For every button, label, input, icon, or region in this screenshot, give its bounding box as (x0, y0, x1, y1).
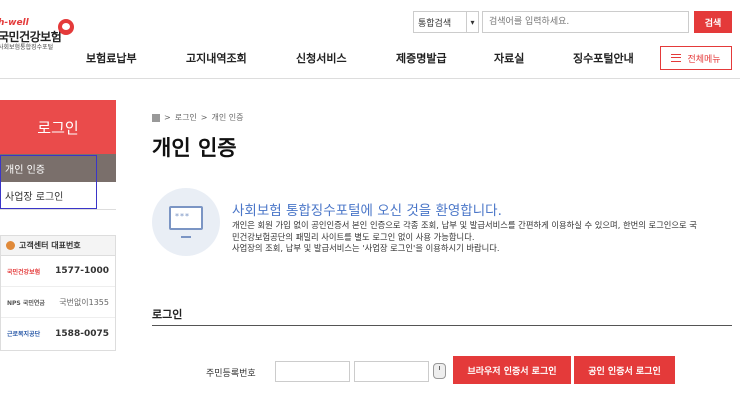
contact-row: 국민건강보험 1577-1000 (1, 256, 115, 287)
contact-heading: 고객센터 대표번호 (1, 236, 115, 256)
nav-item-resources[interactable]: 자료실 (494, 50, 524, 66)
breadcrumb-separator: > (164, 113, 171, 122)
nps-logo: NPS 국민연금 (7, 299, 45, 307)
comwel-logo: 근로복지공단 (7, 331, 41, 338)
nav-item-application-service[interactable]: 신청서비스 (296, 50, 347, 66)
all-menu-label: 전체메뉴 (687, 54, 721, 65)
breadcrumb-item-current: 개인 인증 (211, 113, 244, 122)
rrn-label: 주민등록번호 (206, 369, 256, 379)
contact-row: NPS 국민연금 국번없이1355 (1, 287, 115, 318)
login-section-divider (152, 325, 732, 326)
all-menu-button[interactable]: 전체메뉴 (660, 46, 732, 70)
virtual-keyboard-icon[interactable] (433, 363, 446, 379)
monitor-stand (181, 232, 191, 238)
sidebar-item-business-login[interactable]: 사업장 로그인 (0, 182, 116, 210)
chevron-down-icon: ▾ (466, 12, 478, 32)
login-section-title: 로그인 (152, 308, 183, 321)
search-button[interactable]: 검색 (694, 11, 732, 33)
browser-cert-login-button[interactable]: 브라우저 인증서 로그인 (453, 356, 571, 384)
welcome-description: 개인은 회원 가입 없이 공인인증서 본인 인증으로 각종 조회, 납부 및 발… (232, 220, 732, 255)
site-logo[interactable]: h-well 국민건강보험 사회보험통합징수포털 (0, 18, 80, 51)
monitor-icon: *** (152, 188, 220, 256)
nav-item-premium-payment[interactable]: 보험료납부 (86, 50, 137, 66)
nav-item-portal-guide[interactable]: 징수포털안내 (573, 50, 634, 66)
rrn-front-input[interactable] (275, 361, 350, 382)
main-navigation: 보험료납부 고지내역조회 신청서비스 제증명발급 자료실 징수포털안내 (0, 50, 740, 70)
nhis-logo: 국민건강보험 (7, 268, 41, 276)
contact-row: 근로복지공단 1588-0075 (1, 318, 115, 349)
contact-heading-label: 고객센터 대표번호 (19, 241, 81, 250)
logo-tagline: h-well (0, 18, 29, 28)
search-scope-select[interactable]: 통합검색 ▾ (413, 11, 479, 33)
hamburger-icon (671, 54, 682, 62)
welcome-title: 사회보험 통합징수포털에 오신 것을 환영합니다. (232, 203, 502, 219)
nav-item-notice-inquiry[interactable]: 고지내역조회 (186, 50, 247, 66)
contact-center-box: 고객센터 대표번호 국민건강보험 1577-1000 NPS 국민연금 국번없이… (0, 235, 116, 351)
sidebar-title: 로그인 (0, 100, 116, 154)
monitor-screen: *** (169, 206, 203, 230)
welcome-line: 사업장의 조회, 납부 및 발급서비스는 '사업장 로그인'을 이용하시기 바랍… (232, 243, 500, 253)
welcome-line: 민건강보험공단의 패밀리 사이트를 별도 로그인 없이 사용 가능합니다. (232, 231, 475, 242)
nav-item-certificate-issue[interactable]: 제증명발급 (396, 50, 447, 66)
search-input[interactable] (482, 11, 689, 33)
rrn-back-input[interactable] (354, 361, 429, 382)
contact-number: 1588-0075 (55, 328, 109, 339)
welcome-line: 개인은 회원 가입 없이 공인인증서 본인 인증으로 각종 조회, 납부 및 발… (232, 220, 697, 230)
search-scope-value: 통합검색 (418, 18, 452, 29)
phone-icon (6, 241, 15, 250)
breadcrumb: > 로그인 > 개인 인증 (152, 112, 243, 123)
header-divider (0, 78, 740, 79)
page-title: 개인 인증 (152, 136, 237, 160)
home-icon[interactable] (152, 113, 160, 122)
sidebar-item-personal-auth[interactable]: 개인 인증 (0, 154, 116, 182)
heart-logo-icon (58, 19, 74, 35)
contact-number: 국번없이1355 (59, 297, 109, 307)
breadcrumb-separator: > (200, 113, 208, 122)
public-cert-login-button[interactable]: 공인 인증서 로그인 (574, 356, 675, 384)
breadcrumb-item[interactable]: 로그인 (175, 112, 197, 123)
contact-number: 1577-1000 (55, 266, 109, 276)
